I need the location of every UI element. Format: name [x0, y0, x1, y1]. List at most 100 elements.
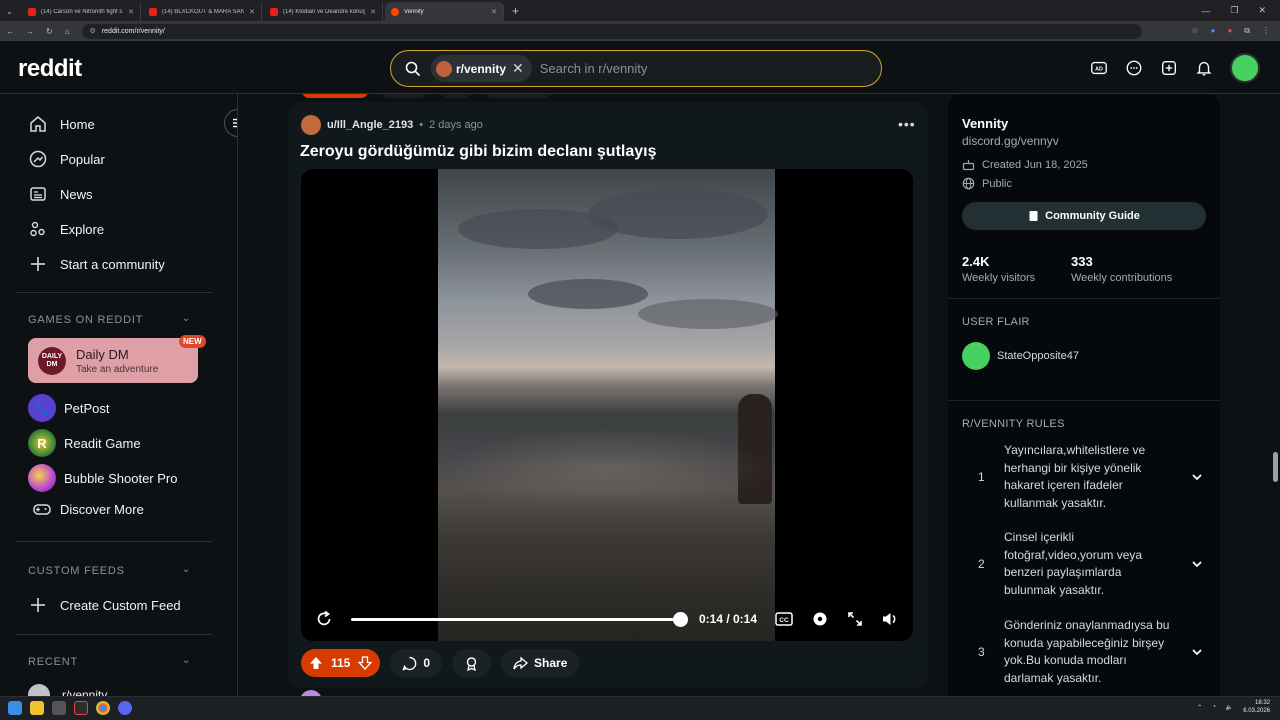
maximize-icon[interactable]: ❐ — [1230, 5, 1238, 16]
progress-handle[interactable] — [672, 611, 688, 627]
recent-item-vennity[interactable]: r/vennity — [28, 684, 107, 696]
share-button[interactable]: Share — [501, 649, 580, 677]
close-tab-icon[interactable]: ✕ — [249, 8, 255, 16]
remove-scope-icon[interactable]: ✕ — [512, 60, 524, 77]
games-section-header[interactable]: GAMES ON REDDIT — [28, 314, 143, 326]
post-author[interactable]: u/Ill_Angle_2193 — [327, 119, 413, 131]
browser-tab-3[interactable]: (14) Klodian ve Deandre konuş ✕ — [264, 2, 383, 21]
chevron-down-icon[interactable] — [1190, 470, 1204, 484]
sidebar-item-discover-more[interactable]: Discover More — [32, 499, 144, 519]
comment-pill[interactable] — [382, 94, 426, 98]
replay-icon[interactable] — [315, 610, 333, 628]
create-post-icon[interactable] — [1160, 59, 1178, 77]
volume-icon[interactable] — [881, 610, 899, 628]
notifications-bell-icon[interactable] — [1195, 59, 1213, 77]
sidebar-item-popular[interactable]: Popular — [28, 149, 105, 169]
post-title[interactable]: Zeroyu gördüğümüz gibi bizim declanı şut… — [300, 143, 656, 161]
user-avatar[interactable] — [1230, 53, 1260, 83]
comments-button[interactable]: 0 — [390, 649, 443, 677]
chevron-down-icon[interactable] — [1190, 645, 1204, 659]
rule-item[interactable]: 3 Gönderiniz onaylanmadıysa bu konuda ya… — [978, 617, 1204, 687]
volume-tray-icon[interactable]: 🔈 — [1226, 704, 1233, 711]
advertise-icon[interactable]: AD — [1090, 59, 1108, 77]
taskbar-app-icon[interactable] — [74, 701, 88, 715]
captions-icon[interactable]: CC — [775, 612, 793, 626]
browser-tab-2[interactable]: (14) BLXCKOUT & MARA SANTI ✕ — [143, 2, 262, 21]
back-icon[interactable]: ← — [6, 27, 14, 36]
home-browser-icon[interactable]: ⌂ — [65, 27, 70, 36]
user-flair[interactable]: StateOpposite47 — [962, 342, 1079, 370]
rule-item[interactable]: 2 Cinsel içerikli fotoğraf,video,yorum v… — [978, 529, 1204, 599]
sidebar-item-news[interactable]: News — [28, 184, 93, 204]
collapse-sidebar-button[interactable] — [224, 109, 237, 137]
address-bar[interactable]: ⚙ reddit.com/r/vennity/ — [81, 23, 1142, 39]
share-icon — [513, 656, 529, 669]
author-avatar[interactable] — [301, 115, 321, 135]
recent-section-header[interactable]: RECENT — [28, 656, 78, 668]
tab-search-icon[interactable]: ⌄ — [6, 7, 20, 16]
custom-feeds-section-header[interactable]: CUSTOM FEEDS — [28, 565, 125, 577]
close-tab-icon[interactable]: ✕ — [370, 8, 376, 16]
new-tab-icon[interactable]: + — [512, 4, 519, 18]
bookmark-icon[interactable]: ☆ — [1191, 26, 1198, 36]
extension-icon[interactable]: ● — [1227, 26, 1232, 36]
sidebar-item-label: News — [60, 186, 93, 202]
reload-icon[interactable]: ↻ — [46, 27, 53, 36]
browser-tab-1[interactable]: (14) Carson ve Nitronith fight s ✕ — [22, 2, 141, 21]
forward-icon[interactable]: → — [26, 27, 34, 36]
tray-chevron-icon[interactable]: ⌃ — [1197, 704, 1202, 711]
close-tab-icon[interactable]: ✕ — [128, 8, 134, 16]
sidebar-item-home[interactable]: Home — [28, 114, 95, 134]
browser-tab-4[interactable]: Vennity ✕ — [385, 2, 504, 21]
upvote-icon[interactable] — [309, 656, 323, 670]
rule-item[interactable]: 1 Yayıncılara,whitelistlere ve herhangi … — [978, 442, 1204, 512]
expand-icon[interactable] — [847, 611, 863, 627]
extension-icon[interactable]: ● — [1211, 26, 1216, 36]
award-pill[interactable] — [440, 94, 472, 98]
search-input[interactable]: Search in r/vennity — [540, 61, 648, 76]
reddit-logo[interactable]: reddit — [18, 55, 82, 83]
community-guide-button[interactable]: Community Guide — [962, 202, 1206, 230]
search-scope-chip[interactable]: r/vennity ✕ — [431, 55, 532, 82]
taskbar-apps — [8, 701, 132, 715]
sidebar-item-label: Start a community — [60, 256, 165, 272]
system-clock[interactable]: 18:32 6.03.2026 — [1243, 699, 1270, 715]
settings-gear-icon[interactable] — [811, 610, 829, 628]
sidebar-item-bubble-shooter[interactable]: Bubble Shooter Pro — [28, 464, 177, 492]
video-progress-bar[interactable] — [351, 611, 688, 627]
windows-start-icon[interactable] — [8, 701, 22, 715]
close-tab-icon[interactable]: ✕ — [491, 8, 497, 16]
close-window-icon[interactable]: ✕ — [1258, 5, 1266, 16]
chrome-icon[interactable] — [96, 701, 110, 715]
wifi-icon[interactable]: ◔ — [1212, 704, 1216, 710]
chevron-down-icon[interactable]: ⌄ — [182, 564, 190, 575]
chat-icon[interactable] — [1125, 59, 1143, 77]
browser-toolbar: ← → ↻ ⌂ ⚙ reddit.com/r/vennity/ ☆ ● ● ⧉ … — [0, 21, 1280, 41]
minimize-icon[interactable]: — — [1201, 6, 1210, 16]
vote-pill[interactable] — [302, 94, 368, 98]
award-button[interactable] — [452, 649, 492, 677]
daily-dm-logo: DAILY DM — [38, 346, 66, 375]
chevron-down-icon[interactable] — [1190, 557, 1204, 571]
daily-dm-card[interactable]: DAILY DM Daily DM Take an adventure — [28, 338, 198, 383]
sidebar-item-petpost[interactable]: 🐾 PetPost — [28, 394, 110, 422]
discord-icon[interactable] — [118, 701, 132, 715]
video-player[interactable]: 0:14 / 0:14 CC — [301, 169, 913, 641]
chevron-down-icon[interactable]: ⌄ — [182, 655, 190, 666]
more-options-icon[interactable]: ••• — [898, 116, 916, 132]
search-bar[interactable]: r/vennity ✕ Search in r/vennity — [390, 50, 882, 87]
downvote-icon[interactable] — [358, 656, 373, 670]
taskbar-app-icon[interactable] — [52, 701, 66, 715]
sidebar-item-label: PetPost — [64, 400, 110, 416]
site-info-icon[interactable]: ⚙ — [90, 27, 96, 35]
create-custom-feed-button[interactable]: Create Custom Feed — [28, 595, 181, 615]
menu-dots-icon[interactable]: ⋮ — [1262, 26, 1270, 36]
sidebar-item-readit-game[interactable]: R Readit Game — [28, 429, 141, 457]
share-pill[interactable] — [486, 94, 552, 98]
sidebar-item-explore[interactable]: Explore — [28, 219, 104, 239]
page-scrollbar[interactable] — [1273, 452, 1278, 482]
file-explorer-icon[interactable] — [30, 701, 44, 715]
sidebar-item-start-community[interactable]: Start a community — [28, 254, 165, 274]
chevron-down-icon[interactable]: ⌄ — [182, 313, 190, 324]
extensions-puzzle-icon[interactable]: ⧉ — [1244, 26, 1250, 36]
